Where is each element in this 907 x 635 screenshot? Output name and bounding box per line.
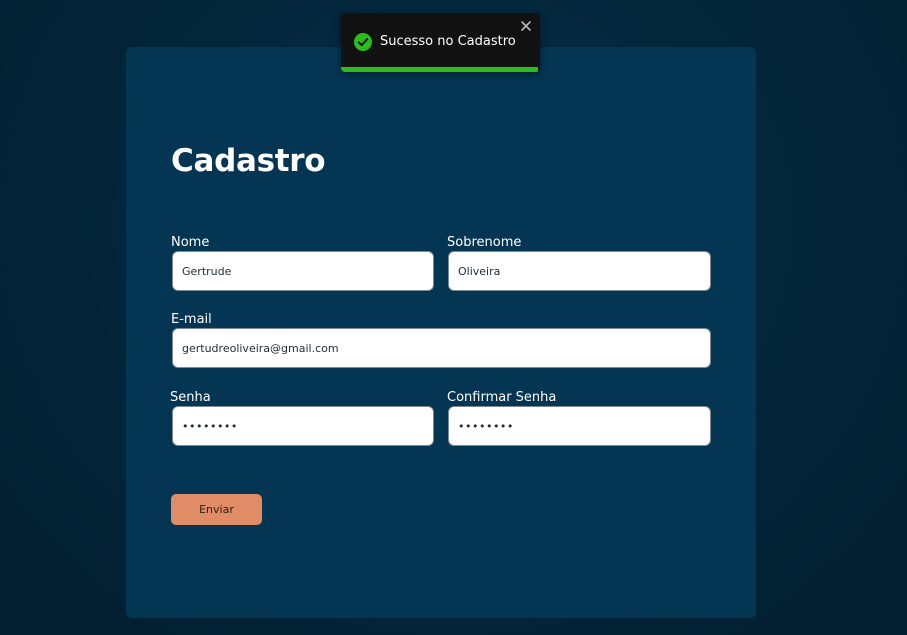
close-icon[interactable] xyxy=(518,18,534,34)
confirmar-senha-label: Confirmar Senha xyxy=(447,390,557,405)
enviar-button[interactable]: Enviar xyxy=(171,494,262,525)
success-toast: Sucesso no Cadastro xyxy=(341,13,540,72)
toast-progress-bar xyxy=(341,67,538,72)
email-input[interactable] xyxy=(172,328,711,368)
sobrenome-input[interactable] xyxy=(448,251,711,291)
senha-input[interactable] xyxy=(172,406,434,446)
sobrenome-label: Sobrenome xyxy=(447,235,522,250)
toast-message: Sucesso no Cadastro xyxy=(380,34,516,49)
check-circle-icon xyxy=(354,33,372,51)
nome-label: Nome xyxy=(171,235,210,250)
confirmar-senha-input[interactable] xyxy=(448,406,711,446)
page-title: Cadastro xyxy=(171,143,326,179)
email-label: E-mail xyxy=(171,312,212,327)
senha-label: Senha xyxy=(170,390,211,405)
nome-input[interactable] xyxy=(172,251,434,291)
